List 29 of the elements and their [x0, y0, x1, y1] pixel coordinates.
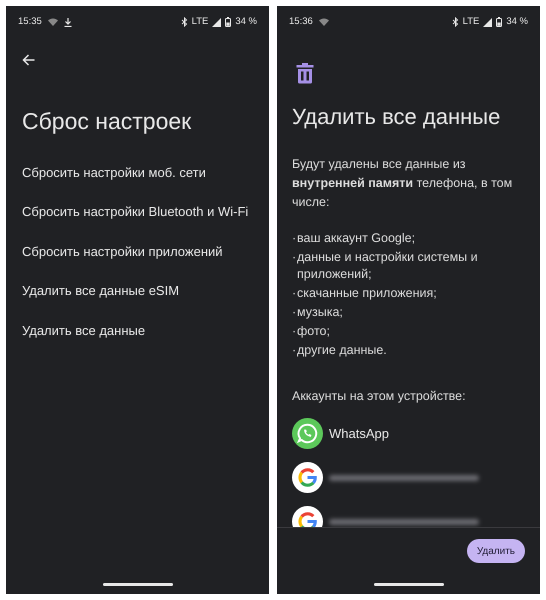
- page-title: Удалить все данные: [292, 103, 502, 131]
- list-item: ваш аккаунт Google;: [297, 230, 416, 247]
- network-type: LTE: [192, 14, 208, 29]
- menu-item[interactable]: Удалить все данные eSIM: [22, 271, 253, 310]
- network-type: LTE: [462, 14, 480, 29]
- bullet-mark: ·: [292, 304, 297, 321]
- bullet-mark: ·: [292, 285, 297, 302]
- delete-button[interactable]: Удалить: [466, 539, 525, 563]
- list-item: музыка;: [297, 304, 343, 321]
- battery-level: 34 %: [506, 14, 528, 29]
- menu-item[interactable]: Удалить все данные: [22, 310, 253, 350]
- menu-item[interactable]: Сбросить настройки моб. сети: [22, 152, 253, 192]
- accounts-heading: Аккаунты на этом устройстве:: [292, 388, 467, 405]
- battery-level: 34 %: [235, 14, 257, 29]
- page-title: Сброс настроек: [21, 107, 192, 136]
- bullet-mark: ·: [292, 249, 297, 266]
- menu-item[interactable]: Сбросить настройки Bluetooth и Wi-Fi: [22, 192, 253, 232]
- status-time: 15:36: [289, 14, 313, 29]
- description-text: Будут удалены все данные из внутренней памяти телефона, в том числе:: [292, 156, 514, 211]
- account-name: WhatsApp: [329, 425, 389, 443]
- menu-item[interactable]: Сбросить настройки приложений: [22, 232, 253, 271]
- status-time: 15:35: [18, 14, 42, 29]
- list-item: фото;: [297, 323, 330, 340]
- list-item: скачанные приложения;: [297, 285, 437, 302]
- bullet-mark: ·: [292, 323, 297, 340]
- list-item: другие данные.: [297, 342, 387, 359]
- bullet-mark: ·: [292, 342, 297, 359]
- list-item: данные и настройки системы и приложений;: [297, 249, 479, 283]
- bullet-mark: ·: [292, 230, 297, 247]
